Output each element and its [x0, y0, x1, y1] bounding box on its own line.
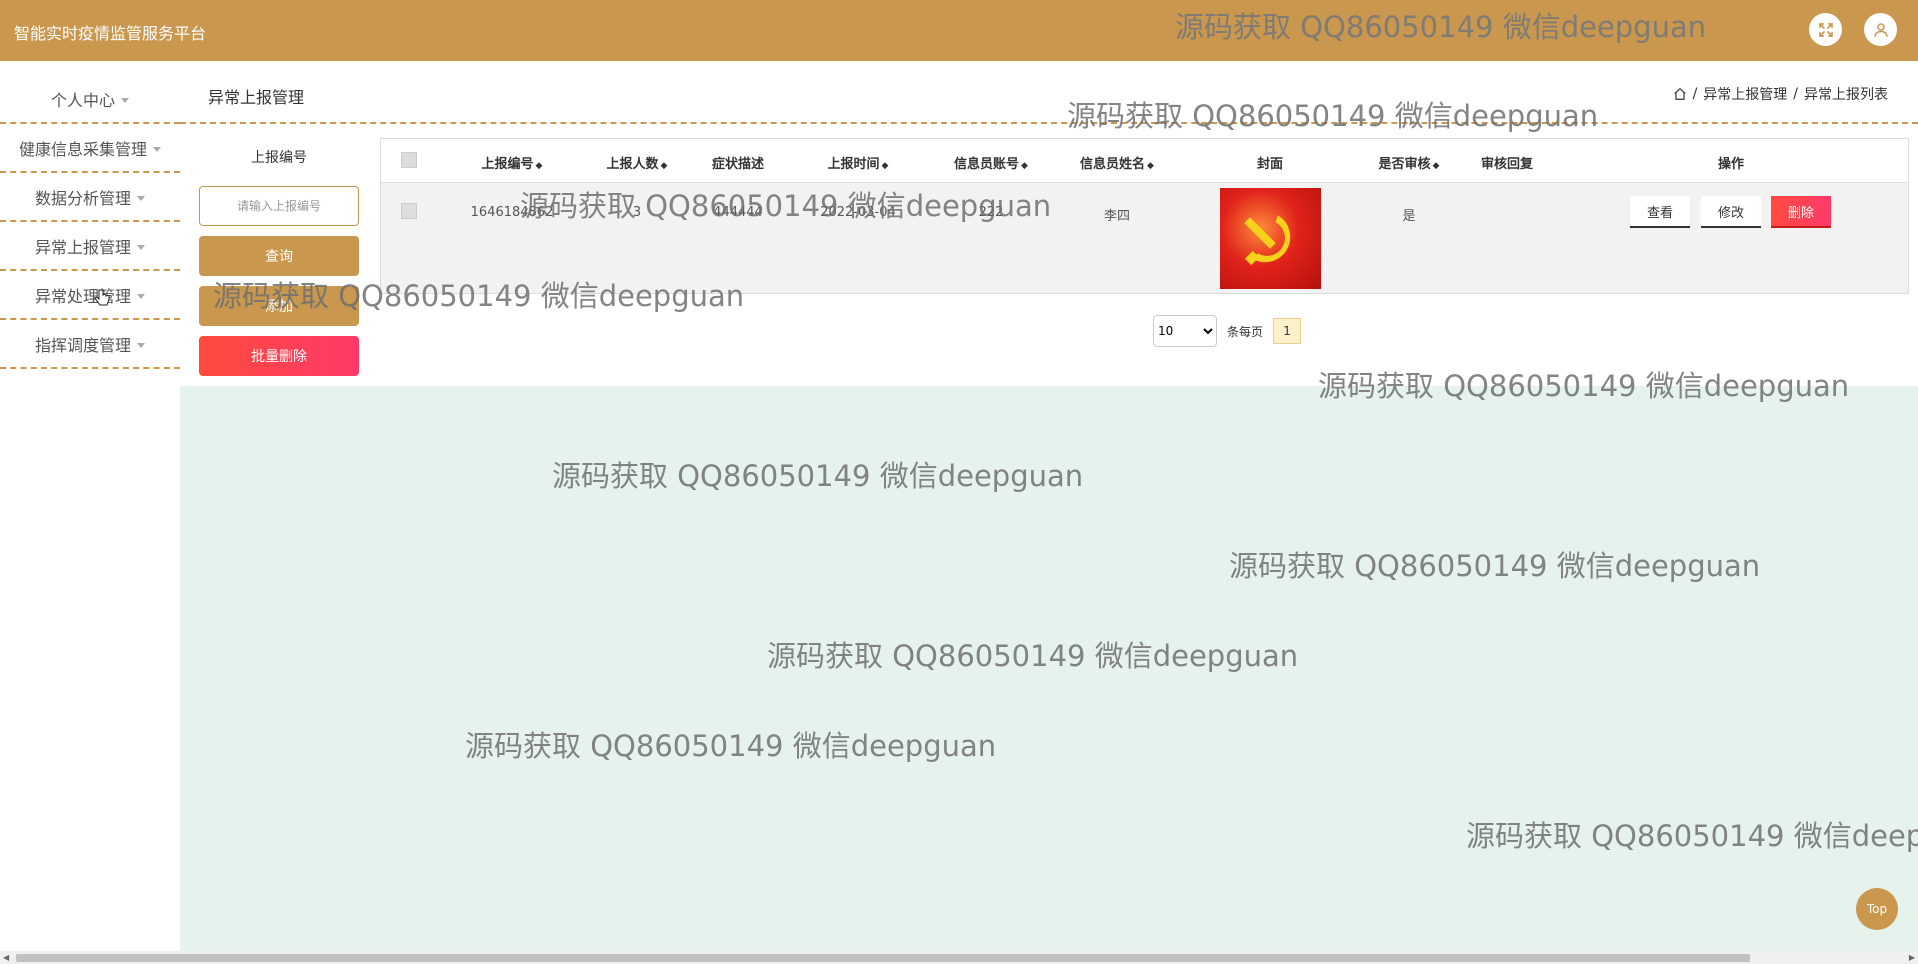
page-header: 异常上报管理 / 异常上报管理 / 异常上报列表	[180, 61, 1918, 124]
sidebar-item-dispatch[interactable]: 指挥调度管理	[0, 320, 180, 369]
cell-audited: 是	[1402, 209, 1416, 224]
column-header: 封面	[1256, 157, 1284, 172]
user-icon	[1873, 22, 1888, 37]
chevron-down-icon	[137, 293, 145, 299]
scroll-left-icon[interactable]: ◀	[3, 953, 9, 962]
sort-icon: ◆	[881, 161, 889, 171]
scroll-right-icon[interactable]: ▶	[1909, 953, 1915, 962]
breadcrumb: / 异常上报管理 / 异常上报列表	[1673, 84, 1888, 104]
sidebar-item-label: 异常上报管理	[34, 237, 131, 257]
chevron-down-icon	[137, 244, 145, 250]
sidebar-item-personal-center[interactable]: 个人中心	[0, 75, 180, 124]
cell-symptom: 444444	[713, 205, 763, 220]
row-checkbox[interactable]	[401, 203, 417, 219]
column-header: 审核回复	[1480, 157, 1534, 172]
table-header: 上报编号 ◆ 上报人数 ◆ 症状描述 上报时间 ◆ 信息员账号 ◆ 信息员姓名 ◆ 封面 …	[381, 139, 1908, 183]
app-title: 智能实时疫情监管服务平台	[14, 24, 207, 43]
cell-name: 李四	[1103, 209, 1131, 224]
sort-icon: ◆	[535, 161, 543, 171]
sidebar-item-data-analysis[interactable]: 数据分析管理	[0, 173, 180, 222]
cell-account: 222	[978, 205, 1004, 220]
column-header[interactable]: 上报时间 ◆	[828, 153, 889, 172]
pagination: 10 条每页 1	[1153, 315, 1302, 347]
chevron-down-icon	[121, 97, 129, 103]
home-icon[interactable]	[1673, 87, 1687, 101]
page-number-button[interactable]: 1	[1273, 318, 1302, 344]
column-header[interactable]: 是否审核 ◆	[1379, 153, 1440, 172]
breadcrumb-separator: /	[1692, 86, 1698, 102]
cell-count: 3	[632, 205, 642, 220]
sidebar-item-label: 健康信息采集管理	[18, 139, 147, 159]
table-row: 1646184862 3 444444 2022-03-04 222 李四 是 …	[381, 183, 1908, 293]
sort-icon: ◆	[660, 161, 668, 171]
sidebar-item-label: 数据分析管理	[34, 188, 131, 208]
sidebar-item-label: 指挥调度管理	[34, 335, 131, 355]
sidebar-item-abnormal-handling[interactable]: 异常处理管理	[0, 271, 180, 320]
report-no-search-input[interactable]	[199, 186, 359, 226]
sort-icon: ◆	[1432, 161, 1440, 171]
sidebar: 个人中心 健康信息采集管理 数据分析管理 异常上报管理 异常处理管理 指挥调度管…	[0, 61, 180, 951]
back-to-top-button[interactable]: Top	[1856, 888, 1898, 930]
expand-icon	[1818, 22, 1833, 37]
page-size-select[interactable]: 10	[1153, 315, 1217, 347]
column-header[interactable]: 上报人数 ◆	[607, 153, 668, 172]
horizontal-scrollbar[interactable]: ◀ ▶	[0, 951, 1918, 964]
fullscreen-button[interactable]	[1809, 13, 1842, 46]
per-page-label: 条每页	[1227, 324, 1264, 339]
user-menu-button[interactable]	[1864, 13, 1897, 46]
breadcrumb-item: 异常上报列表	[1804, 87, 1888, 103]
content-background	[180, 386, 1918, 951]
cover-image[interactable]	[1220, 188, 1321, 289]
sidebar-item-label: 异常处理管理	[34, 286, 131, 306]
chevron-down-icon	[137, 195, 145, 201]
sidebar-item-abnormal-report[interactable]: 异常上报管理	[0, 222, 180, 271]
edit-button[interactable]: 修改	[1701, 196, 1761, 228]
top-header: 智能实时疫情监管服务平台	[0, 0, 1918, 61]
chevron-down-icon	[137, 342, 145, 348]
report-table: 上报编号 ◆ 上报人数 ◆ 症状描述 上报时间 ◆ 信息员账号 ◆ 信息员姓名 ◆ 封面 …	[380, 138, 1909, 294]
sidebar-item-health-info[interactable]: 健康信息采集管理	[0, 124, 180, 173]
column-header: 症状描述	[711, 157, 765, 172]
query-button[interactable]: 查询	[199, 236, 359, 276]
cell-report-no: 1646184862	[470, 205, 554, 220]
sort-icon: ◆	[1147, 161, 1154, 171]
chevron-down-icon	[153, 146, 161, 152]
sort-icon: ◆	[1021, 161, 1028, 171]
breadcrumb-item[interactable]: 异常上报管理	[1703, 84, 1787, 104]
search-label: 上报编号	[251, 150, 307, 166]
party-flag-image	[1244, 215, 1291, 266]
select-all-checkbox[interactable]	[401, 152, 417, 168]
scrollbar-thumb[interactable]	[16, 954, 1750, 962]
batch-delete-button[interactable]: 批量删除	[199, 336, 359, 376]
cell-time: 2022-03-04	[820, 205, 896, 220]
column-header[interactable]: 信息员姓名 ◆	[1080, 153, 1154, 172]
hand-cursor-icon	[94, 289, 110, 306]
page-title: 异常上报管理	[208, 88, 305, 107]
add-button[interactable]: 添加	[199, 286, 359, 326]
column-header[interactable]: 上报编号 ◆	[482, 153, 543, 172]
view-button[interactable]: 查看	[1630, 196, 1690, 228]
breadcrumb-separator: /	[1793, 86, 1798, 102]
delete-button[interactable]: 删除	[1771, 196, 1831, 228]
sidebar-item-label: 个人中心	[50, 90, 115, 110]
column-header: 操作	[1717, 157, 1745, 172]
column-header[interactable]: 信息员账号 ◆	[954, 153, 1028, 172]
